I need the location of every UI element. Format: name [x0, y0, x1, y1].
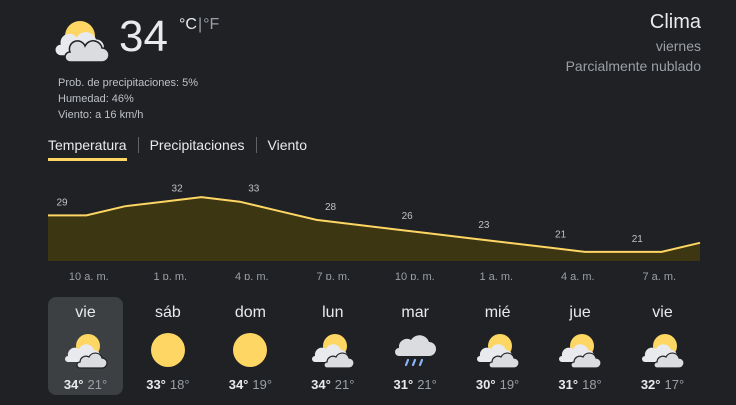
high-temperature: 34°: [311, 377, 331, 392]
partly-cloudy-icon: [641, 334, 685, 369]
day-name: mar: [401, 304, 429, 321]
low-temperature: 19°: [252, 377, 273, 392]
high-temperature: 32°: [640, 377, 661, 392]
x-tick-label: 7 p. m.: [316, 271, 350, 280]
day-name: dom: [234, 304, 266, 321]
day-temperatures: 34° 19°: [213, 376, 288, 394]
tab-wind[interactable]: Viento: [268, 133, 307, 161]
high-temperature: 31°: [558, 377, 579, 392]
weather-header: Clima viernes Parcialmente nublado: [566, 10, 701, 76]
x-tick-label: 10 p. m.: [395, 271, 435, 280]
day-temperatures: 31° 18°: [543, 376, 618, 394]
x-tick-label: 1 p. m.: [153, 271, 187, 280]
day-name: jue: [569, 304, 591, 321]
precipitation-probability: Prob. de precipitaciones: 5%: [58, 77, 199, 89]
forecast-day[interactable]: lun 34° 21°: [295, 297, 370, 395]
day-temperatures: 33° 18°: [130, 376, 205, 394]
x-tick-label: 4 p. m.: [235, 271, 269, 280]
high-temperature: 33°: [146, 377, 166, 392]
weather-details: Prob. de precipitaciones: 5% Humedad: 46…: [58, 75, 198, 123]
partly-cloudy-icon: [64, 334, 108, 369]
high-temperature: 34°: [228, 377, 249, 392]
partly-cloudy-icon: [476, 334, 520, 369]
rain-cloud-icon: [395, 335, 437, 367]
high-temperature: 34°: [63, 377, 84, 392]
low-temperature: 21°: [87, 377, 108, 392]
forecast-day[interactable]: vie 34° 21°: [48, 297, 123, 395]
day-name: sáb: [154, 304, 181, 321]
day-name: vie: [75, 304, 96, 321]
forecast-day[interactable]: vie 32° 17°: [625, 297, 700, 395]
day-name: lun: [322, 304, 344, 321]
temperature-data-label: 23: [478, 220, 490, 231]
x-tick-label: 10 a. m.: [69, 271, 109, 280]
header-title: Clima: [649, 11, 701, 33]
low-temperature: 18°: [582, 377, 602, 392]
x-tick-label: 7 a. m.: [642, 271, 676, 280]
temperature-data-label: 21: [555, 229, 567, 240]
forecast-day[interactable]: sáb 33° 18°: [130, 297, 205, 395]
low-temperature: 18°: [169, 377, 190, 392]
tab-divider: [255, 137, 257, 153]
high-temperature: 31°: [393, 377, 414, 392]
header-day: viernes: [655, 38, 701, 54]
tab-divider: [137, 137, 139, 153]
day-temperatures: 34° 21°: [48, 376, 123, 394]
high-temperature: 30°: [475, 377, 496, 392]
tab-precipitation[interactable]: Precipitaciones: [150, 133, 245, 161]
forecast-day[interactable]: mar 31° 21°: [378, 297, 453, 395]
low-temperature: 21°: [334, 377, 355, 392]
day-temperatures: 34° 21°: [295, 376, 370, 394]
forecast-day[interactable]: jue 31° 18°: [543, 297, 618, 395]
temperature-data-label: 33: [248, 184, 260, 195]
day-name: mié: [484, 304, 511, 321]
forecast-day[interactable]: mié 30° 19°: [460, 297, 535, 395]
day-temperatures: 32° 17°: [625, 376, 700, 394]
fahrenheit-unit[interactable]: °F: [203, 16, 219, 33]
temperature-data-label: 29: [56, 197, 68, 208]
chart-tabs: Temperatura Precipitaciones Viento: [48, 133, 307, 161]
day-temperatures: 31° 21°: [378, 376, 453, 394]
forecast-day[interactable]: dom 34° 19°: [213, 297, 288, 395]
temperature-data-label: 28: [325, 202, 337, 213]
tab-temperature[interactable]: Temperatura: [48, 133, 127, 161]
current-temperature: 34: [119, 12, 168, 61]
temperature-data-label: 32: [172, 184, 184, 195]
temperature-data-label: 21: [632, 234, 644, 245]
sun-icon: [150, 333, 185, 367]
sun-icon: [233, 333, 268, 367]
unit-separator: |: [197, 16, 203, 33]
celsius-unit[interactable]: °C: [179, 16, 197, 33]
x-tick-label: 1 a. m.: [479, 271, 513, 280]
partly-cloudy-icon: [311, 334, 355, 369]
unit-toggle: °C|°F: [179, 15, 219, 35]
partly-cloudy-icon: [55, 21, 110, 63]
day-name: vie: [652, 304, 673, 321]
humidity: Humedad: 46%: [58, 93, 134, 105]
daily-forecast: vie 34° 21° sáb 33° 18° dom 34° 19° lun 34° 21° mar 3…: [48, 297, 700, 395]
temperature-data-label: 26: [402, 211, 414, 222]
wind-speed: Viento: a 16 km/h: [58, 109, 144, 121]
header-condition: Parcialmente nublado: [565, 58, 701, 74]
x-tick-label: 4 a. m.: [561, 271, 595, 280]
low-temperature: 19°: [499, 377, 520, 392]
low-temperature: 17°: [664, 377, 685, 392]
temperature-chart: 29 32 33 28 26 23 21 21 10 a. m. 1 p. m. 4 p. m. 7 …: [48, 184, 701, 280]
low-temperature: 21°: [417, 377, 437, 392]
partly-cloudy-icon: [559, 334, 602, 369]
day-temperatures: 30° 19°: [460, 376, 535, 394]
